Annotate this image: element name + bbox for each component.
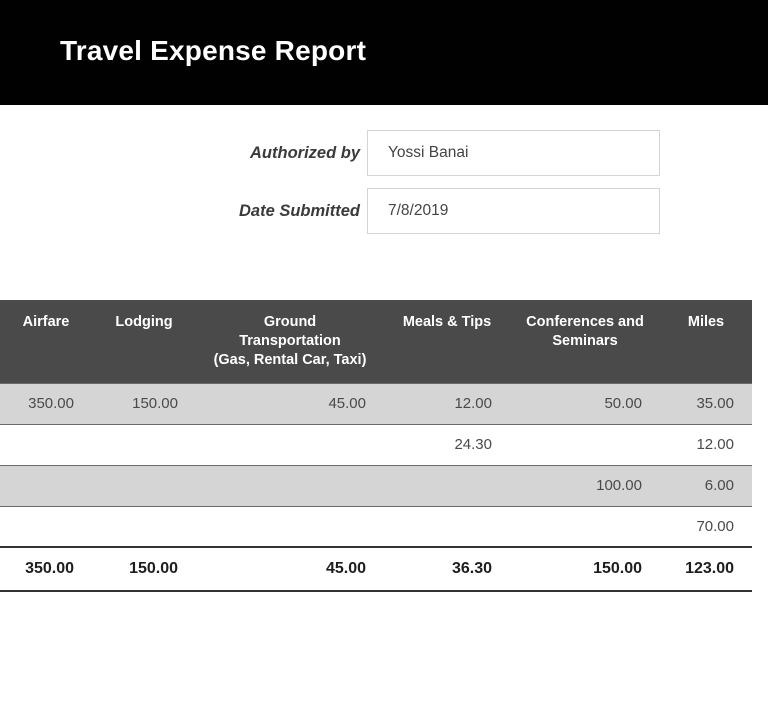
table-header-row: Airfare Lodging Ground Transportation (G… bbox=[0, 300, 752, 383]
column-header-airfare[interactable]: Airfare bbox=[0, 300, 92, 383]
total-meals: 36.30 bbox=[384, 546, 510, 592]
cell-meals[interactable] bbox=[384, 464, 510, 507]
total-conferences: 150.00 bbox=[510, 546, 660, 592]
column-header-miles[interactable]: Miles bbox=[660, 300, 752, 383]
table-body: 350.00 150.00 45.00 12.00 50.00 35.00 24… bbox=[0, 382, 752, 592]
cell-airfare[interactable]: 350.00 bbox=[0, 382, 92, 425]
cell-ground[interactable] bbox=[196, 505, 384, 548]
column-header-airfare-label: Airfare bbox=[22, 314, 70, 330]
authorized-by-label: Authorized by bbox=[250, 143, 360, 162]
expense-table: Airfare Lodging Ground Transportation (G… bbox=[0, 300, 752, 592]
cell-airfare[interactable] bbox=[0, 505, 92, 548]
date-submitted-label: Date Submitted bbox=[238, 201, 360, 220]
report-header-banner: Travel Expense Report bbox=[0, 0, 768, 105]
column-header-ground-line1: Ground bbox=[263, 314, 317, 330]
total-miles: 123.00 bbox=[660, 546, 752, 592]
cell-conferences[interactable] bbox=[510, 423, 660, 466]
column-header-conferences-seminars[interactable]: Conferences and Seminars bbox=[510, 300, 660, 383]
column-header-conferences-line2: Seminars bbox=[552, 333, 618, 349]
column-header-ground-line3: (Gas, Rental Car, Taxi) bbox=[213, 352, 367, 368]
table-row[interactable]: 24.30 12.00 bbox=[0, 423, 752, 466]
cell-ground[interactable] bbox=[196, 464, 384, 507]
column-header-lodging-label: Lodging bbox=[115, 314, 173, 330]
authorized-by-row: Authorized by bbox=[0, 130, 768, 176]
cell-miles[interactable]: 70.00 bbox=[660, 505, 752, 548]
page-title: Travel Expense Report bbox=[60, 35, 367, 66]
cell-ground[interactable] bbox=[196, 423, 384, 466]
report-form-area: Authorized by Date Submitted bbox=[0, 105, 768, 295]
cell-airfare[interactable] bbox=[0, 464, 92, 507]
column-header-ground-transportation[interactable]: Ground Transportation (Gas, Rental Car, … bbox=[196, 300, 384, 383]
cell-conferences[interactable] bbox=[510, 505, 660, 548]
total-airfare: 350.00 bbox=[0, 546, 92, 592]
date-submitted-input[interactable] bbox=[367, 188, 660, 234]
column-header-miles-label: Miles bbox=[687, 314, 725, 330]
cell-meals[interactable] bbox=[384, 505, 510, 548]
cell-lodging[interactable] bbox=[92, 423, 196, 466]
table-total-row: 350.00 150.00 45.00 36.30 150.00 123.00 bbox=[0, 546, 752, 592]
cell-miles[interactable]: 35.00 bbox=[660, 382, 752, 425]
cell-lodging[interactable]: 150.00 bbox=[92, 382, 196, 425]
cell-lodging[interactable] bbox=[92, 505, 196, 548]
cell-meals[interactable]: 24.30 bbox=[384, 423, 510, 466]
cell-ground[interactable]: 45.00 bbox=[196, 382, 384, 425]
expense-table-container: Airfare Lodging Ground Transportation (G… bbox=[0, 300, 768, 592]
total-ground: 45.00 bbox=[196, 546, 384, 592]
cell-lodging[interactable] bbox=[92, 464, 196, 507]
column-header-ground-line2: Transportation bbox=[239, 333, 341, 349]
column-header-meals-label: Meals & Tips bbox=[402, 314, 492, 330]
cell-meals[interactable]: 12.00 bbox=[384, 382, 510, 425]
column-header-conferences-line1: Conferences and bbox=[526, 314, 644, 330]
table-row[interactable]: 100.00 6.00 bbox=[0, 464, 752, 507]
total-lodging: 150.00 bbox=[92, 546, 196, 592]
cell-conferences[interactable]: 100.00 bbox=[510, 464, 660, 507]
column-header-lodging[interactable]: Lodging bbox=[92, 300, 196, 383]
table-row[interactable]: 70.00 bbox=[0, 505, 752, 548]
cell-miles[interactable]: 6.00 bbox=[660, 464, 752, 507]
authorized-by-input[interactable] bbox=[367, 130, 660, 176]
table-row[interactable]: 350.00 150.00 45.00 12.00 50.00 35.00 bbox=[0, 382, 752, 425]
table-header: Airfare Lodging Ground Transportation (G… bbox=[0, 300, 752, 383]
date-submitted-row: Date Submitted bbox=[0, 188, 768, 234]
cell-airfare[interactable] bbox=[0, 423, 92, 466]
cell-conferences[interactable]: 50.00 bbox=[510, 382, 660, 425]
cell-miles[interactable]: 12.00 bbox=[660, 423, 752, 466]
column-header-meals-tips[interactable]: Meals & Tips bbox=[384, 300, 510, 383]
